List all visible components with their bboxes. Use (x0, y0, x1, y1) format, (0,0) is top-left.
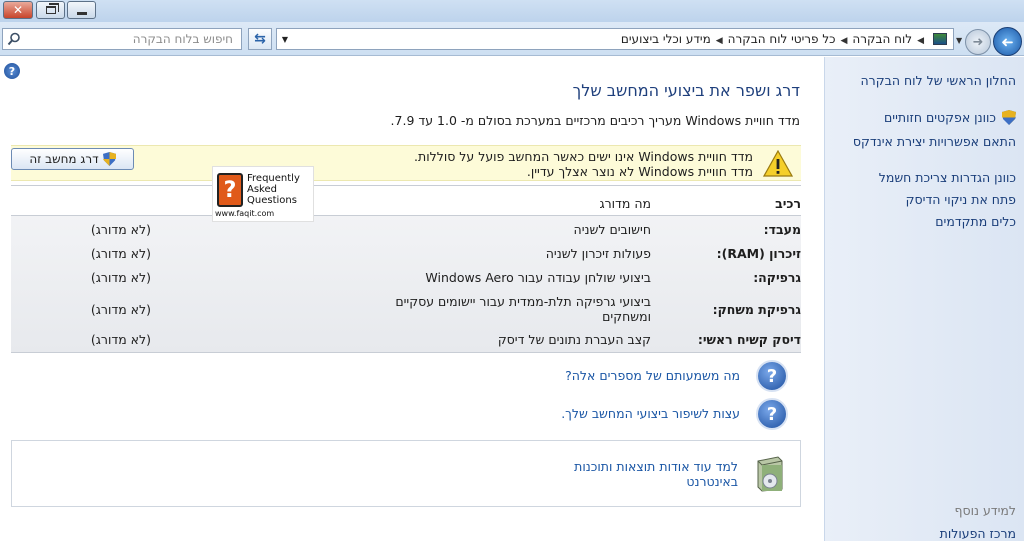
rate-this-computer-button[interactable]: דרג מחשב זה (11, 148, 134, 170)
breadcrumb: ◀ לוח הבקרה ◀ כל פריטי לוח הבקרה ◀ מידע וכלי … (621, 32, 947, 46)
shield-icon (102, 152, 116, 166)
minimize-button[interactable] (67, 1, 96, 19)
component-name: גרפיקה: (753, 270, 801, 285)
warning-line-battery: מדד חוויית Windows אינו ישים כאשר המחשב … (414, 149, 753, 164)
arrow-left-icon: ➜ (1001, 32, 1014, 51)
question-icon: ? (756, 398, 788, 430)
control-panel-icon (933, 33, 947, 45)
restore-icon (45, 3, 59, 14)
restore-button[interactable] (36, 1, 65, 19)
warning-text: מדד חוויית Windows אינו ישים כאשר המחשב … (414, 149, 753, 179)
task-pane: החלון הראשי של לוח הבקרה כוונן אפקטים חז… (824, 57, 1024, 541)
faq-logo: ? Frequently Asked Questions www.faqit.c… (212, 166, 314, 222)
disk-cleanup-link[interactable]: פתח את ניקוי הדיסק (846, 192, 1016, 208)
warning-icon (763, 150, 793, 177)
refresh-icon: ⇆ (254, 31, 266, 47)
chevron-down-icon: ▼ (281, 34, 289, 44)
minimize-icon (76, 11, 87, 15)
breadcrumb-separator-icon[interactable]: ◀ (716, 36, 723, 46)
page-title: דרג ושפר את ביצועי המחשב שלך (572, 81, 800, 100)
subscore: (לא מדורג) (90, 270, 151, 285)
table-header: רכיב מה מדורג (11, 186, 801, 216)
warning-banner: מדד חוויית Windows אינו ישים כאשר המחשב … (11, 145, 801, 181)
faq-logo-text: Frequently Asked Questions (247, 173, 300, 206)
subscore: (לא מדורג) (90, 246, 151, 261)
rated-description: ביצועי גרפיקה תלת-ממדית עבור יישומים עסק… (395, 294, 651, 324)
breadcrumb-separator-icon[interactable]: ◀ (841, 36, 848, 46)
indexing-options-link[interactable]: התאם אפשרויות יצירת אינדקס (846, 134, 1016, 150)
search-input[interactable]: חיפוש בלוח הבקרה (2, 28, 242, 50)
power-settings-link[interactable]: כוונן הגדרות צריכת חשמל (846, 170, 1016, 186)
component-name: זיכרון (RAM): (716, 246, 801, 261)
address-bar[interactable]: ▼ ◀ לוח הבקרה ◀ כל פריטי לוח הבקרה ◀ מידע וכל… (276, 28, 954, 50)
close-button[interactable]: ✕ (3, 1, 33, 19)
breadcrumb-control-panel[interactable]: לוח הבקרה (852, 32, 912, 46)
page-description: מדד חוויית Windows מעריך רכיבים מרכזיים … (390, 113, 800, 128)
what-do-numbers-mean-link[interactable]: מה משמעותם של מספרים אלה? (565, 368, 740, 383)
breadcrumb-all-items[interactable]: כל פריטי לוח הבקרה (728, 32, 836, 46)
main-content: דרג ושפר את ביצועי המחשב שלך מדד חוויית … (0, 57, 824, 541)
subscore: (לא מדורג) (90, 222, 151, 237)
faq-logo-line: Asked (247, 184, 277, 195)
adjust-visual-effects-link[interactable]: כוונן אפקטים חזותיים (846, 110, 1016, 126)
breadcrumb-separator-icon[interactable]: ◀ (917, 36, 924, 46)
search-icon (7, 32, 20, 46)
breadcrumb-performance[interactable]: מידע וכלי ביצועים (621, 32, 711, 46)
refresh-button[interactable]: ⇆ (248, 28, 272, 50)
search-placeholder: חיפוש בלוח הבקרה (132, 32, 233, 46)
software-box-icon (757, 456, 783, 492)
arrow-right-icon: ➜ (972, 34, 984, 50)
back-button[interactable]: ➜ (993, 27, 1022, 56)
address-dropdown-button[interactable]: ▼ (277, 29, 293, 49)
rated-description: קצב העברת נתונים של דיסק (497, 332, 651, 347)
component-name: דיסק קשיח ראשי: (697, 332, 801, 347)
faq-logo-url: www.faqit.com (215, 209, 275, 218)
learn-more-online-link[interactable]: למד עוד אודות תוצאות ותוכנות באינטרנט (558, 459, 738, 489)
performance-tips-link[interactable]: עצות לשיפור ביצועי המחשב שלך. (561, 406, 740, 421)
faq-logo-line: Frequently (247, 173, 300, 184)
adjust-visual-effects-label: כוונן אפקטים חזותיים (883, 110, 996, 125)
action-center-link[interactable]: מרכז הפעולות (940, 526, 1016, 541)
control-panel-home-link[interactable]: החלון הראשי של לוח הבקרה (861, 73, 1017, 88)
navigation-bar: חיפוש בלוח הבקרה ⇆ ▼ ◀ לוח הבקרה ◀ כל פריטי… (0, 22, 1024, 56)
rated-description: חישובים לשניה (573, 222, 651, 237)
shield-icon (1002, 110, 1016, 125)
score-table: רכיב מה מדורג מעבד: חישובים לשניה (לא מד… (11, 185, 801, 353)
close-icon: ✕ (12, 3, 24, 17)
online-info-box: למד עוד אודות תוצאות ותוכנות באינטרנט (11, 440, 801, 507)
advanced-tools-link[interactable]: כלים מתקדמים (846, 214, 1016, 230)
warning-line-not-created: מדד חוויית Windows לא נוצר אצלך עדיין. (526, 164, 753, 179)
see-also-heading: למידע נוסף (954, 503, 1016, 518)
question-mark-logo-icon: ? (217, 173, 243, 207)
rated-description: פעולות זיכרון לשניה (545, 246, 651, 261)
faq-logo-line: Questions (247, 195, 297, 206)
component-name: מעבד: (763, 222, 801, 237)
column-header-component: רכיב (775, 196, 801, 211)
rate-button-label: דרג מחשב זה (29, 152, 99, 166)
component-name: גרפיקת משחק: (712, 302, 801, 317)
subscore: (לא מדורג) (90, 332, 151, 347)
rated-description: ביצועי שולחן עבודה עבור Windows Aero (425, 270, 651, 285)
recent-pages-chevron-icon[interactable]: ▼ (956, 36, 962, 45)
forward-button[interactable]: ➜ (965, 29, 991, 55)
subscore: (לא מדורג) (90, 302, 151, 317)
question-icon: ? (756, 360, 788, 392)
title-bar: ✕ (0, 0, 1024, 22)
